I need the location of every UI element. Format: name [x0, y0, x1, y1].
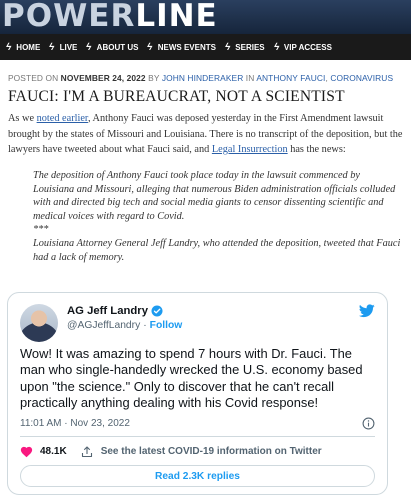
divider	[20, 436, 375, 437]
heart-icon[interactable]	[20, 445, 33, 458]
blockquote: The deposition of Anthony Fauci took pla…	[33, 169, 401, 264]
like-count[interactable]: 48.1K	[40, 446, 67, 457]
nav-item-vip-access[interactable]: ϟ VIP ACCESS	[272, 41, 332, 53]
embedded-tweet[interactable]: AG Jeff Landry @AGJeffLandry · Follow Wow!…	[7, 292, 388, 495]
quote-separator: ***	[33, 224, 49, 236]
bolt-icon: ϟ	[48, 41, 56, 53]
site-banner: POWERLINE	[0, 0, 411, 34]
follow-button[interactable]: Follow	[150, 320, 183, 331]
quote-paragraph: Louisiana Attorney General Jeff Landry, …	[33, 237, 401, 263]
nav-item-series[interactable]: ϟ SERIES	[224, 41, 265, 53]
nav-item-home[interactable]: ϟ HOME	[5, 41, 40, 53]
tweet-author-name[interactable]: AG Jeff Landry	[67, 305, 163, 317]
post-meta: POSTED ON NOVEMBER 24, 2022 BY JOHN HIND…	[8, 73, 394, 83]
post-title[interactable]: FAUCI: I'M A BUREAUCRAT, NOT A SCIENTIST	[8, 88, 345, 106]
quote-paragraph: The deposition of Anthony Fauci took pla…	[33, 170, 396, 222]
tweet-handle[interactable]: @AGJeffLandry	[67, 320, 140, 331]
read-replies-button[interactable]: Read 2.3K replies	[20, 465, 375, 487]
nav-item-news-events[interactable]: ϟ NEWS EVENTS	[146, 41, 216, 53]
category-link-coronavirus[interactable]: CORONAVIRUS	[330, 73, 393, 83]
main-nav: ϟ HOME ϟ LIVE ϟ ABOUT US ϟ NEWS EVENTS ϟ…	[0, 34, 411, 60]
legal-insurrection-link[interactable]: Legal Insurrection	[212, 144, 288, 155]
site-logo[interactable]: POWERLINE	[2, 0, 218, 33]
author-link[interactable]: JOHN HINDERAKER	[162, 73, 244, 83]
bolt-icon: ϟ	[224, 41, 232, 53]
bolt-icon: ϟ	[5, 41, 13, 53]
covid-info-link[interactable]: See the latest COVID-19 information on T…	[101, 446, 322, 457]
nav-item-live[interactable]: ϟ LIVE	[48, 41, 77, 53]
category-link-fauci[interactable]: ANTHONY FAUCI	[256, 73, 325, 83]
noted-earlier-link[interactable]: noted earlier	[37, 113, 88, 124]
share-icon	[81, 445, 92, 457]
bolt-icon: ϟ	[272, 41, 280, 53]
tweet-text: Wow! It was amazing to spend 7 hours wit…	[20, 346, 363, 410]
twitter-bird-icon[interactable]	[359, 304, 375, 318]
post-intro: As we noted earlier, Anthony Fauci was d…	[8, 113, 403, 155]
post-date: NOVEMBER 24, 2022	[60, 73, 146, 83]
tweet-handle-row: @AGJeffLandry · Follow	[67, 320, 183, 331]
tweet-actions: 48.1K See the latest COVID-19 informatio…	[20, 445, 322, 458]
nav-item-about-us[interactable]: ϟ ABOUT US	[85, 41, 138, 53]
info-icon[interactable]	[362, 417, 375, 430]
verified-badge-icon	[151, 305, 163, 317]
tweet-timestamp[interactable]: 11:01 AM · Nov 23, 2022	[20, 418, 130, 429]
bolt-icon: ϟ	[85, 41, 93, 53]
avatar[interactable]	[20, 304, 58, 342]
bolt-icon: ϟ	[146, 41, 154, 53]
